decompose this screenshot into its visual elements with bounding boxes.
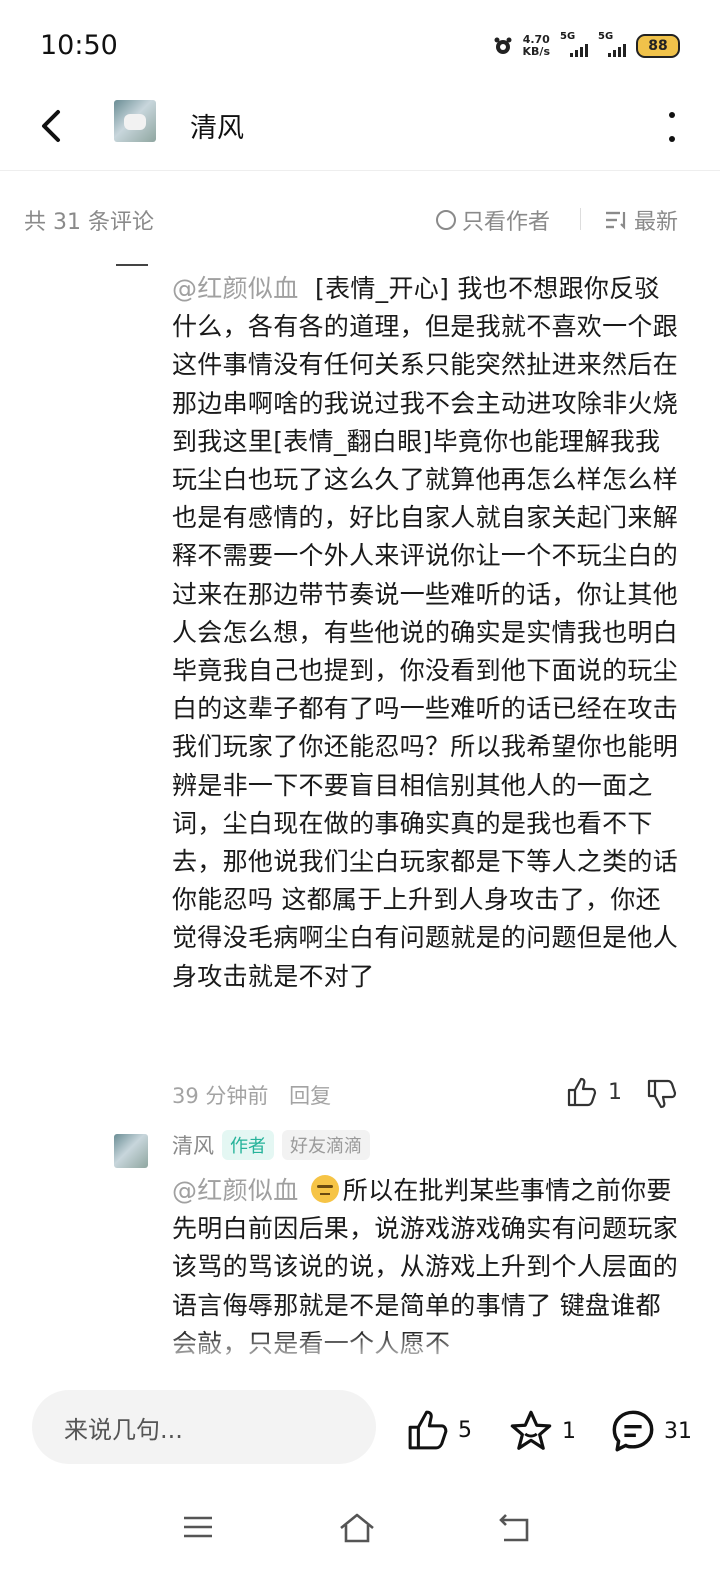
smirk-emoji-icon bbox=[310, 1175, 339, 1203]
bottom-action-bar: 来说几句... 5 1 31 bbox=[0, 1370, 720, 1490]
scroll-fade bbox=[0, 1330, 720, 1370]
comment-count: 共 31 条评论 bbox=[24, 210, 154, 235]
avatar[interactable] bbox=[114, 100, 156, 142]
comment-bubble-icon bbox=[612, 1410, 654, 1452]
mention-link[interactable]: @红颜似血 bbox=[172, 274, 299, 303]
favorite-count: 1 bbox=[562, 1418, 576, 1444]
reply-author-row: 清风 作者 好友滴滴 bbox=[172, 1130, 370, 1160]
thumbs-up-icon bbox=[567, 1077, 597, 1107]
sort-label: 最新 bbox=[634, 210, 679, 235]
author-badge: 作者 bbox=[222, 1130, 274, 1160]
author-only-label: 只看作者 bbox=[462, 210, 551, 235]
like-count: 1 bbox=[608, 1079, 622, 1105]
home-icon[interactable] bbox=[338, 1512, 376, 1544]
sort-icon bbox=[606, 211, 626, 230]
menu-icon[interactable] bbox=[182, 1512, 214, 1542]
thread-line bbox=[116, 264, 148, 266]
mention-link[interactable]: @红颜似血 bbox=[172, 1176, 299, 1205]
network-speed: 4.70 KB/s bbox=[522, 33, 550, 58]
more-vertical-icon[interactable] bbox=[668, 112, 676, 142]
sort-toggle[interactable]: 最新 bbox=[604, 204, 678, 236]
comment-text[interactable]: @红颜似血 [表情_开心] 我也不想跟你反驳什么，各有各的道理，但是我就不喜欢一… bbox=[172, 270, 682, 996]
favorite-button[interactable]: 1 bbox=[508, 1408, 576, 1454]
comment-input[interactable]: 来说几句... bbox=[32, 1390, 376, 1464]
comment-count: 31 bbox=[664, 1418, 692, 1444]
back-icon[interactable] bbox=[498, 1512, 532, 1544]
comment-content: [表情_开心] 我也不想跟你反驳什么，各有各的道理，但是我就不喜欢一个跟这件事情… bbox=[172, 274, 679, 991]
comment-meta: 39 分钟前 回复 bbox=[172, 1080, 331, 1110]
reply-button[interactable]: 回复 bbox=[289, 1084, 331, 1108]
page-title: 清风 bbox=[190, 113, 244, 144]
comment-time: 39 分钟前 bbox=[172, 1084, 269, 1108]
alarm-icon bbox=[494, 37, 512, 54]
avatar[interactable] bbox=[114, 1134, 148, 1168]
header: 清风 bbox=[0, 90, 720, 171]
signal-2-icon: 5G bbox=[598, 31, 626, 57]
status-time: 10:50 bbox=[40, 30, 118, 61]
battery-indicator: 88 bbox=[636, 34, 680, 58]
divider bbox=[580, 208, 581, 230]
comment-like-button[interactable]: 1 bbox=[566, 1076, 622, 1108]
comment-dislike-button[interactable] bbox=[646, 1078, 678, 1110]
system-nav-bar bbox=[0, 1490, 720, 1584]
star-icon bbox=[510, 1410, 552, 1450]
filter-row: 共 31 条评论 只看作者 最新 bbox=[0, 190, 720, 246]
radio-circle-icon bbox=[436, 210, 456, 230]
back-arrow-icon[interactable] bbox=[36, 106, 76, 146]
thumbs-up-icon bbox=[408, 1410, 448, 1450]
thumbs-down-icon bbox=[647, 1079, 677, 1109]
like-button[interactable]: 5 bbox=[406, 1408, 472, 1452]
friend-badge: 好友滴滴 bbox=[282, 1130, 370, 1160]
status-indicators: 4.70 KB/s 5G 5G 88 bbox=[493, 31, 680, 58]
signal-1-icon: 5G bbox=[560, 31, 588, 57]
author-only-toggle[interactable]: 只看作者 bbox=[436, 204, 550, 236]
author-name[interactable]: 清风 bbox=[172, 1130, 214, 1160]
like-count: 5 bbox=[458, 1417, 472, 1443]
comments-button[interactable]: 31 bbox=[610, 1408, 692, 1454]
